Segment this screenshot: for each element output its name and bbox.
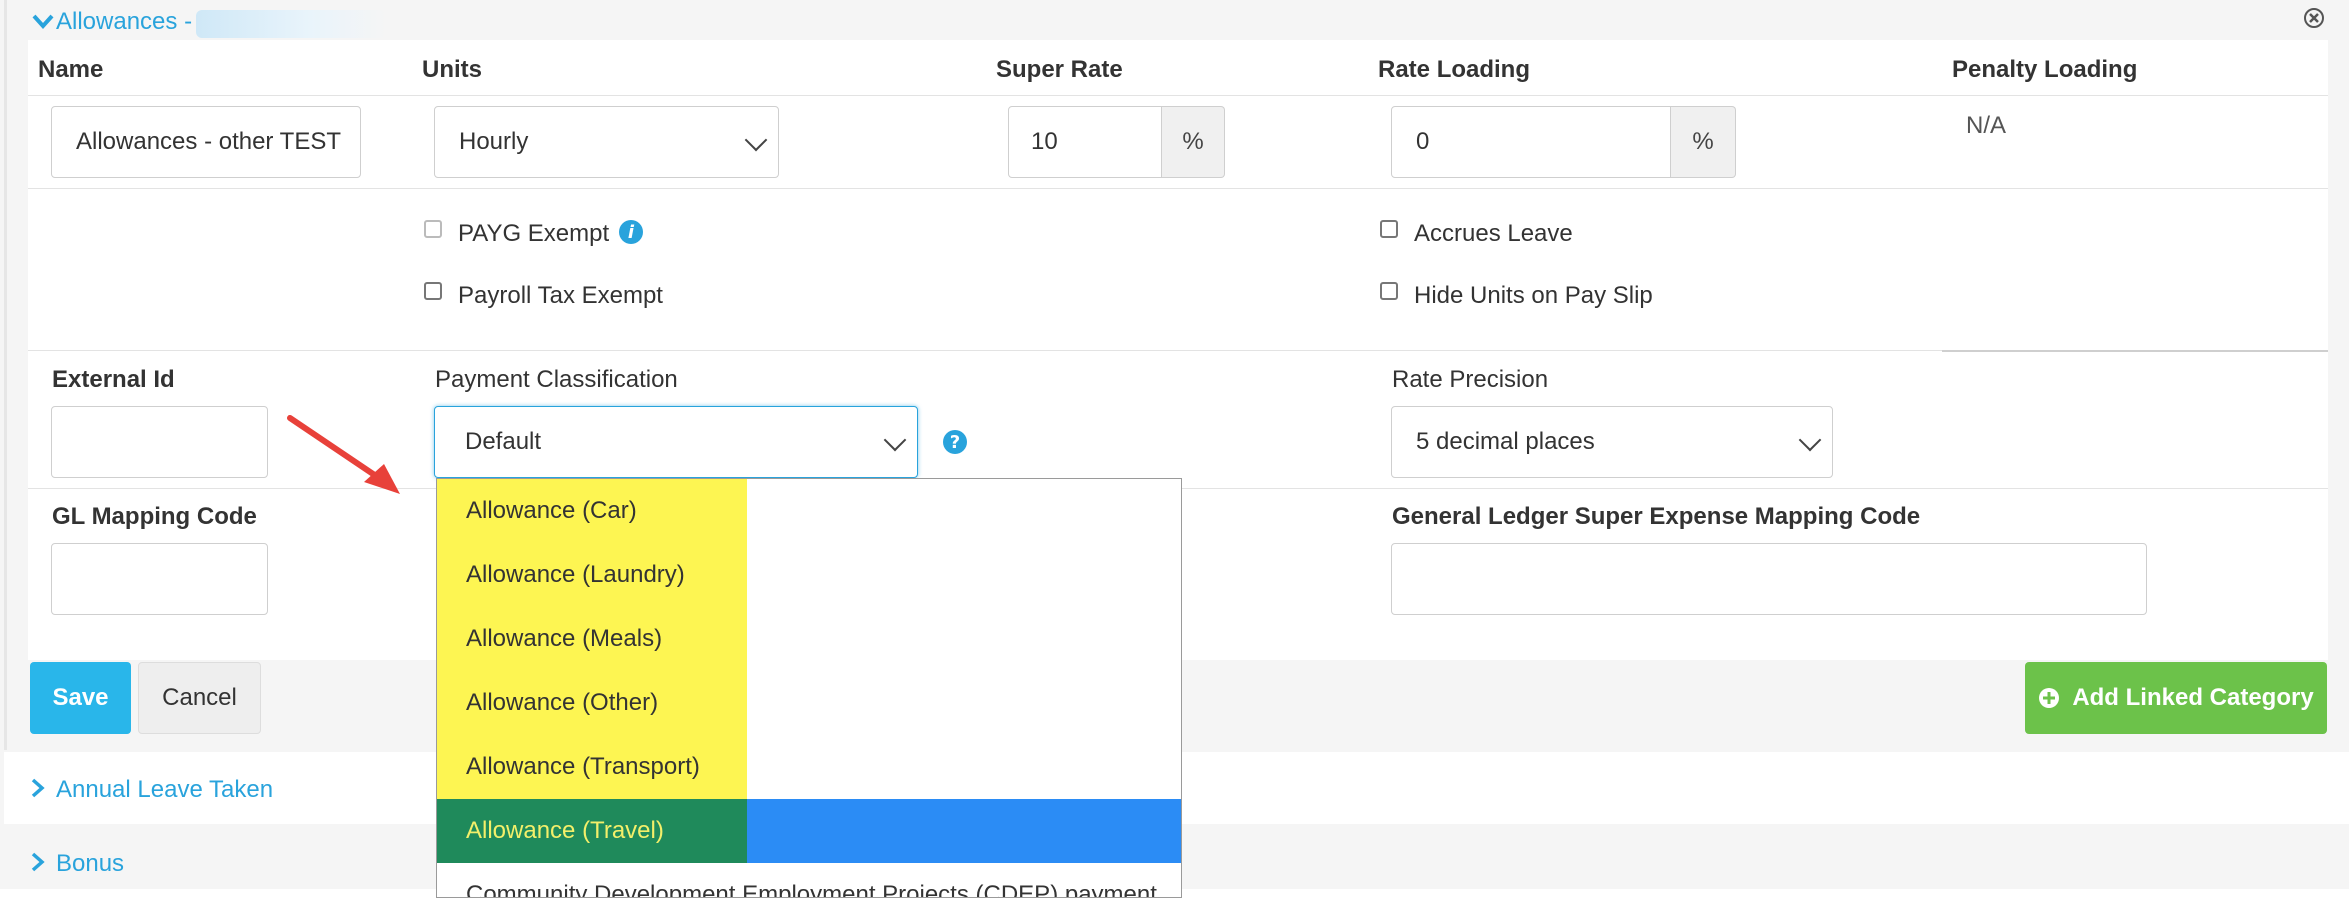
super-rate-input[interactable]: 10 (1008, 106, 1162, 178)
chevron-down-icon (883, 428, 907, 452)
penalty-loading-value: N/A (1966, 112, 2007, 139)
dropdown-option-label: Allowance (Car) (466, 497, 637, 524)
dropdown-option[interactable]: Allowance (Other) (437, 671, 1181, 735)
chevron-down-icon (1798, 428, 1822, 452)
dropdown-option-label: Allowance (Laundry) (466, 561, 685, 588)
save-button[interactable]: Save (30, 662, 131, 734)
gl-mapping-code-label: GL Mapping Code (52, 503, 257, 530)
dropdown-option[interactable]: Allowance (Meals) (437, 607, 1181, 671)
column-name: Name (38, 56, 104, 83)
section-title-bonus[interactable]: Bonus (56, 850, 124, 878)
chevron-down-icon[interactable] (30, 8, 56, 34)
units-select[interactable]: Hourly (434, 106, 779, 178)
rate-precision-value: 5 decimal places (1416, 428, 1595, 455)
accrues-leave-checkbox[interactable] (1380, 220, 1398, 238)
help-icon[interactable]: ? (943, 430, 967, 454)
hide-units-label: Hide Units on Pay Slip (1414, 282, 1653, 309)
dropdown-option-label: Allowance (Other) (466, 689, 659, 716)
payment-classification-value: Default (465, 428, 542, 455)
divider (1942, 350, 2328, 352)
rate-loading-percent-addon: % (1671, 106, 1736, 178)
plus-circle-icon (2038, 687, 2060, 709)
dropdown-option[interactable]: Allowance (Laundry) (437, 543, 1181, 607)
super-rate-percent-addon: % (1162, 106, 1225, 178)
payment-classification-label: Payment Classification (435, 366, 678, 393)
super-rate-value: 10 (1031, 128, 1058, 155)
name-input-value: Allowances - other TEST (76, 128, 341, 155)
chevron-right-icon[interactable] (28, 776, 48, 800)
rate-precision-select[interactable]: 5 decimal places (1391, 406, 1833, 478)
column-units: Units (422, 56, 482, 83)
external-id-label: External Id (52, 366, 175, 393)
divider (28, 188, 2328, 189)
payroll-tax-exempt-checkbox[interactable] (424, 282, 442, 300)
cancel-button[interactable]: Cancel (138, 662, 261, 734)
payroll-tax-exempt-label: Payroll Tax Exempt (458, 282, 663, 309)
payment-classification-dropdown: Allowance (Car) Allowance (Laundry) Allo… (436, 478, 1182, 898)
add-linked-category-label: Add Linked Category (2072, 684, 2314, 711)
rate-precision-label: Rate Precision (1392, 366, 1549, 393)
dropdown-option-label: Allowance (Meals) (466, 625, 663, 652)
accrues-leave-label: Accrues Leave (1414, 220, 1573, 247)
gl-super-expense-label: General Ledger Super Expense Mapping Cod… (1392, 503, 1921, 530)
dropdown-option-selected[interactable]: Allowance (Travel) (437, 799, 1181, 863)
rate-loading-value: 0 (1416, 128, 1430, 155)
dropdown-option-label: Allowance (Transport) (466, 753, 700, 780)
name-input[interactable]: Allowances - other TEST (51, 106, 361, 178)
add-linked-category-button[interactable]: Add Linked Category (2025, 662, 2327, 734)
units-select-value: Hourly (459, 128, 529, 155)
section-title-allowances[interactable]: Allowances - (56, 8, 192, 36)
dropdown-option[interactable]: Community Development Employment Project… (437, 863, 1181, 898)
column-super-rate: Super Rate (996, 56, 1123, 83)
section-title-annual-leave[interactable]: Annual Leave Taken (56, 776, 273, 804)
payment-classification-select[interactable]: Default (434, 406, 918, 478)
rate-loading-input[interactable]: 0 (1391, 106, 1671, 178)
divider (28, 95, 2328, 96)
gl-mapping-code-input[interactable] (51, 543, 268, 615)
redacted-name (196, 10, 386, 38)
chevron-right-icon[interactable] (28, 850, 48, 874)
external-id-input[interactable] (51, 406, 268, 478)
close-icon[interactable] (2302, 6, 2326, 30)
dropdown-option[interactable]: Allowance (Transport) (437, 735, 1181, 799)
payg-exempt-checkbox[interactable] (424, 220, 442, 238)
chevron-down-icon (744, 128, 768, 152)
dropdown-option-label: Allowance (Travel) (466, 817, 664, 844)
dropdown-option-label: Community Development Employment Project… (466, 881, 1157, 898)
column-penalty-loading: Penalty Loading (1952, 56, 2138, 83)
payg-exempt-label: PAYG Exempt (458, 220, 610, 247)
hide-units-checkbox[interactable] (1380, 282, 1398, 300)
info-icon[interactable]: i (619, 220, 643, 244)
gl-super-expense-input[interactable] (1391, 543, 2147, 615)
column-rate-loading: Rate Loading (1378, 56, 1531, 83)
dropdown-option[interactable]: Allowance (Car) (437, 479, 1181, 543)
annotation-arrow (282, 410, 412, 500)
